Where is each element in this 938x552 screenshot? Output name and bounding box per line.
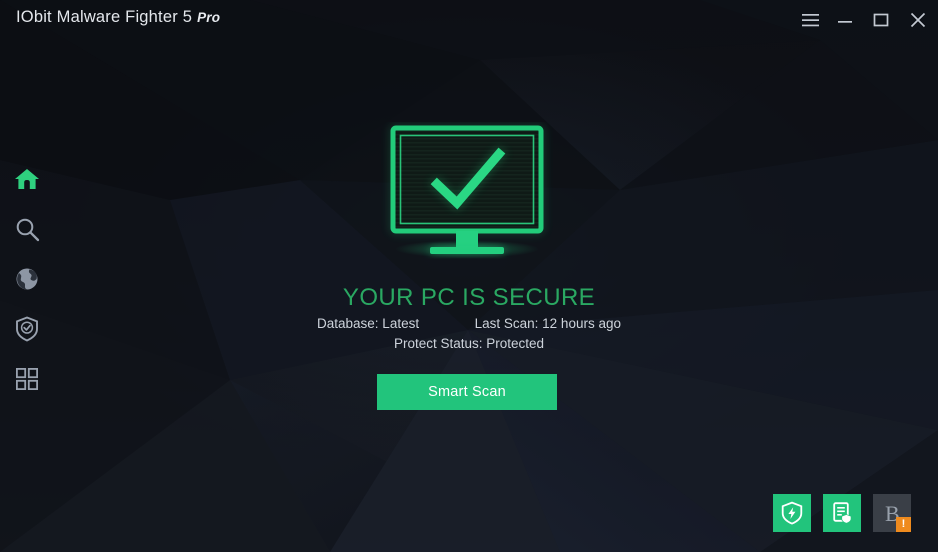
- minimize-icon: [838, 21, 852, 23]
- close-button[interactable]: [903, 5, 933, 35]
- app-edition-badge: Pro: [197, 10, 221, 25]
- shield-check-icon: [16, 316, 38, 342]
- maximize-icon: [873, 13, 889, 27]
- app-window: IObit Malware Fighter 5 Pro YOUR PC IS S…: [0, 0, 938, 552]
- tray-browser-protect-button[interactable]: [823, 494, 861, 532]
- tray-surfing-protection-button[interactable]: B !: [873, 494, 911, 532]
- maximize-button[interactable]: [866, 5, 896, 35]
- status-details: Database: Latest Last Scan: 12 hours ago…: [0, 316, 938, 351]
- sidebar-item-scan[interactable]: [7, 209, 47, 249]
- document-shield-icon: [833, 502, 852, 524]
- app-title-text: IObit Malware Fighter 5: [16, 8, 193, 26]
- title-bar: IObit Malware Fighter 5 Pro: [0, 0, 938, 40]
- minimize-button[interactable]: [830, 5, 860, 35]
- grid-icon: [16, 368, 38, 390]
- close-icon: [910, 12, 926, 28]
- secure-monitor-icon: [389, 124, 545, 258]
- sidebar: [0, 40, 54, 552]
- home-icon: [15, 169, 39, 189]
- sidebar-item-home[interactable]: [7, 159, 47, 199]
- protect-status: Protect Status: Protected: [393, 336, 545, 351]
- globe-icon: [16, 268, 38, 290]
- status-title: YOUR PC IS SECURE: [342, 284, 596, 311]
- main-content: YOUR PC IS SECURE Database: Latest Last …: [0, 0, 938, 552]
- smart-scan-button[interactable]: Smart Scan: [377, 374, 557, 410]
- search-icon: [16, 218, 39, 241]
- tray-security-guard-button[interactable]: [773, 494, 811, 532]
- warning-badge: !: [896, 517, 911, 532]
- database-status: Database: Latest: [317, 316, 420, 331]
- shield-bolt-icon: [781, 501, 803, 525]
- hamburger-icon: [801, 13, 819, 26]
- last-scan-status: Last Scan: 12 hours ago: [474, 316, 621, 331]
- menu-button[interactable]: [795, 5, 825, 35]
- app-title: IObit Malware Fighter 5 Pro: [16, 8, 220, 27]
- sidebar-item-protect[interactable]: [7, 309, 47, 349]
- sidebar-item-browse[interactable]: [7, 259, 47, 299]
- sidebar-item-toolbox[interactable]: [7, 359, 47, 399]
